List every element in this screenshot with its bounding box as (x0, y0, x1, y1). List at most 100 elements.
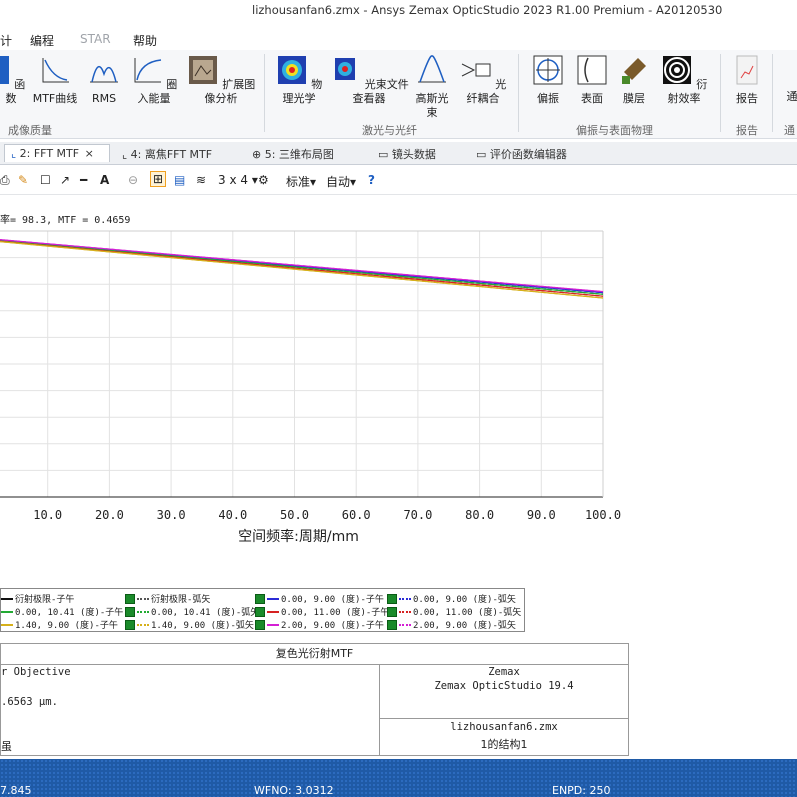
legend-entry[interactable]: 0.00, 10.41 (度)-子午 (1, 605, 123, 618)
x-tick-label: 40.0 (218, 508, 247, 522)
legend-swatch (267, 597, 279, 600)
diffraction-efficiency-icon (662, 56, 691, 84)
function-button[interactable]: 函数 (0, 54, 26, 106)
polarization-button[interactable]: 偏振 (526, 54, 570, 106)
group-separator (518, 54, 519, 132)
status-enpd: ENPD: 250 (552, 784, 611, 797)
layout-selector[interactable]: 3 x 4 ▾ (218, 173, 258, 187)
x-tick-label: 50.0 (280, 508, 309, 522)
text-icon[interactable]: A (100, 173, 109, 187)
checkbox-icon[interactable] (125, 606, 135, 617)
group-label-report: 报告 (736, 124, 758, 137)
fiber-coupling-button[interactable]: 光纤耦合 (456, 54, 510, 106)
menu-bar: 计 编程 STAR 帮助 (0, 30, 797, 50)
legend-entry[interactable]: 0.00, 11.00 (度)-子午 (255, 605, 389, 618)
gaussian-beam-button[interactable]: 高斯光束 (412, 54, 452, 120)
x-tick-label: 20.0 (95, 508, 124, 522)
rectangle-icon[interactable]: ☐ (40, 173, 51, 187)
legend-entry[interactable]: 0.00, 9.00 (度)-弧矢 (387, 592, 516, 605)
tab-defocus-fft-mtf[interactable]: ⌞ 4: 离焦FFT MTF (116, 144, 234, 162)
pencil-icon[interactable]: ✎ (18, 173, 28, 187)
physical-optics-button[interactable]: 物理光学 (272, 54, 326, 106)
checkbox-icon[interactable] (255, 606, 265, 617)
ribbon: 函数 MTF曲线 RMS 圈入能量 扩展图像分析 成像质量 物理光学 光束文件查… (0, 50, 797, 139)
auto-dropdown[interactable]: 自动▾ (326, 173, 356, 190)
report-label: 报告 (736, 92, 758, 105)
group-separator (720, 54, 721, 132)
grid-layout-icon[interactable]: ⊞ (150, 171, 167, 187)
coating-label: 膜层 (623, 92, 645, 105)
menu-item-analysis[interactable]: 计 (0, 32, 12, 49)
group-label-image-quality: 成像质量 (8, 124, 52, 137)
tab-3d-layout[interactable]: ⊕ 5: 三维布局图 (246, 144, 358, 162)
encircled-energy-button[interactable]: 圈入能量 (128, 54, 180, 106)
report-icon (736, 55, 758, 85)
group-separator (772, 54, 773, 132)
checkbox-icon[interactable] (387, 619, 397, 630)
rms-button[interactable]: RMS (86, 54, 122, 106)
checkbox-icon[interactable] (255, 619, 265, 630)
legend-entry[interactable]: 2.00, 9.00 (度)-子午 (255, 618, 384, 631)
surface-icon (577, 55, 607, 85)
menu-item-help[interactable]: 帮助 (133, 32, 157, 49)
legend-entry[interactable]: 1.40, 9.00 (度)-子午 (1, 618, 118, 631)
checkbox-icon[interactable] (255, 593, 265, 604)
coating-button[interactable]: 膜层 (614, 54, 654, 106)
mtf-curve-button[interactable]: MTF曲线 (30, 54, 80, 106)
checkbox-icon[interactable] (125, 593, 135, 604)
diffraction-efficiency-button[interactable]: 衍射效率 (656, 54, 712, 106)
auto-label: 自动 (326, 175, 351, 189)
layout-value: 3 x 4 (218, 173, 248, 187)
menu-item-star[interactable]: STAR (80, 32, 111, 46)
gaussian-beam-label: 高斯光束 (415, 92, 449, 119)
analysis-toolbar: ⎙ ✎ ☐ ↗ ━ A ⊖ ⊞ ▤ ≋ 3 x 4 ▾ ⚙ 标准▾ 自动▾ ? (0, 168, 797, 195)
window-icon[interactable]: ▤ (174, 173, 185, 187)
line-icon[interactable]: ━ (80, 173, 87, 187)
generic-label: 通 (786, 90, 797, 103)
standard-dropdown[interactable]: 标准▾ (286, 173, 316, 190)
checkbox-icon[interactable] (125, 619, 135, 630)
tab-lens-data[interactable]: ▭ 镜头数据 (372, 144, 460, 162)
checkbox-icon[interactable] (387, 606, 397, 617)
print-icon[interactable]: ⎙ (0, 173, 10, 188)
legend-entry[interactable]: 0.00, 9.00 (度)-子午 (255, 592, 384, 605)
legend-entry[interactable]: 0.00, 10.41 (度)-弧矢 (125, 605, 259, 618)
coating-brush-icon (622, 58, 646, 84)
report-button[interactable]: 报告 (728, 54, 766, 106)
legend-label: 2.00, 9.00 (度)-子午 (281, 621, 384, 631)
status-left-value: 7.845 (0, 784, 32, 797)
status-bar-pattern (0, 759, 797, 797)
lock-icon[interactable]: ⊖ (128, 173, 138, 187)
stack-icon[interactable]: ≋ (196, 173, 206, 187)
legend-entry[interactable]: 衍射极限-弧矢 (125, 592, 210, 605)
legend-entry[interactable]: 衍射极限-子午 (1, 592, 74, 605)
arrow-icon[interactable]: ↗ (60, 173, 70, 187)
close-icon[interactable]: × (85, 147, 94, 160)
rms-icon (90, 65, 118, 83)
legend-entry[interactable]: 1.40, 9.00 (度)-弧矢 (125, 618, 254, 631)
fiber-coupling-icon (461, 63, 491, 77)
surface-button[interactable]: 表面 (572, 54, 612, 106)
legend-label: 衍射极限-弧矢 (151, 595, 211, 605)
mtf-chart: 率= 98.3, MTF = 0.4659 10.0 20.0 30.0 40.0 50… (0, 195, 797, 575)
checkbox-icon[interactable] (387, 593, 397, 604)
beam-file-viewer-button[interactable]: 光束文件查看器 (328, 54, 410, 106)
extended-image-button[interactable]: 扩展图像分析 (184, 54, 258, 106)
x-axis-label: 空间频率:周期/mm (238, 528, 359, 545)
legend-entry[interactable]: 0.00, 11.00 (度)-弧矢 (387, 605, 521, 618)
help-icon[interactable]: ? (368, 173, 375, 187)
menu-item-programming[interactable]: 编程 (30, 32, 54, 49)
tab-label: 5: 三维布局图 (264, 148, 334, 161)
info-divider (379, 718, 629, 719)
generic-button[interactable]: 通 (782, 90, 797, 104)
tab-fft-mtf[interactable]: ⌞ 2: FFT MTF × (4, 144, 110, 162)
legend-label: 0.00, 10.41 (度)-弧矢 (151, 608, 260, 618)
info-left-line2: .6563 µm. (1, 696, 58, 708)
legend-entry[interactable]: 2.00, 9.00 (度)-弧矢 (387, 618, 516, 631)
settings-icon[interactable]: ⚙ (258, 173, 269, 187)
info-table: 复色光衍射MTF r Objective .6563 µm. 虽 Zemax Z… (0, 643, 629, 756)
legend-swatch (267, 623, 279, 626)
tab-merit-function-editor[interactable]: ▭ 评价函数编辑器 (470, 144, 592, 162)
status-wfno: WFNO: 3.0312 (254, 784, 334, 797)
physical-optics-icon (277, 56, 306, 84)
